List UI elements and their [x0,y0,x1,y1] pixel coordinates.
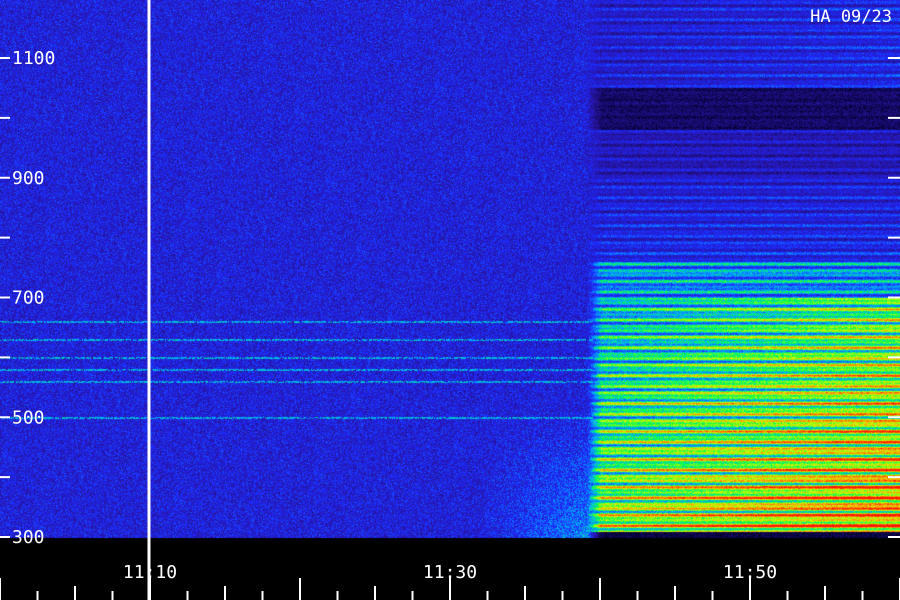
y-axis: 1100 900 700 500 300 [0,48,900,548]
x-tick-label: 11:30 [423,562,477,583]
y-tick-label: 900 [12,168,45,189]
y-tick-label: 700 [12,288,45,309]
chart-overlay: HA 09/23 1100900700500300 11:1011:3011:5… [0,0,900,600]
chart-title: HA 09/23 [810,7,892,27]
x-tick-label: 11:50 [723,562,777,583]
y-tick-label: 300 [12,527,45,548]
y-tick-label: 500 [12,407,45,428]
spectrogram-figure: HA 09/23 1100900700500300 11:1011:3011:5… [0,0,900,600]
y-tick-label: 1100 [12,48,55,69]
